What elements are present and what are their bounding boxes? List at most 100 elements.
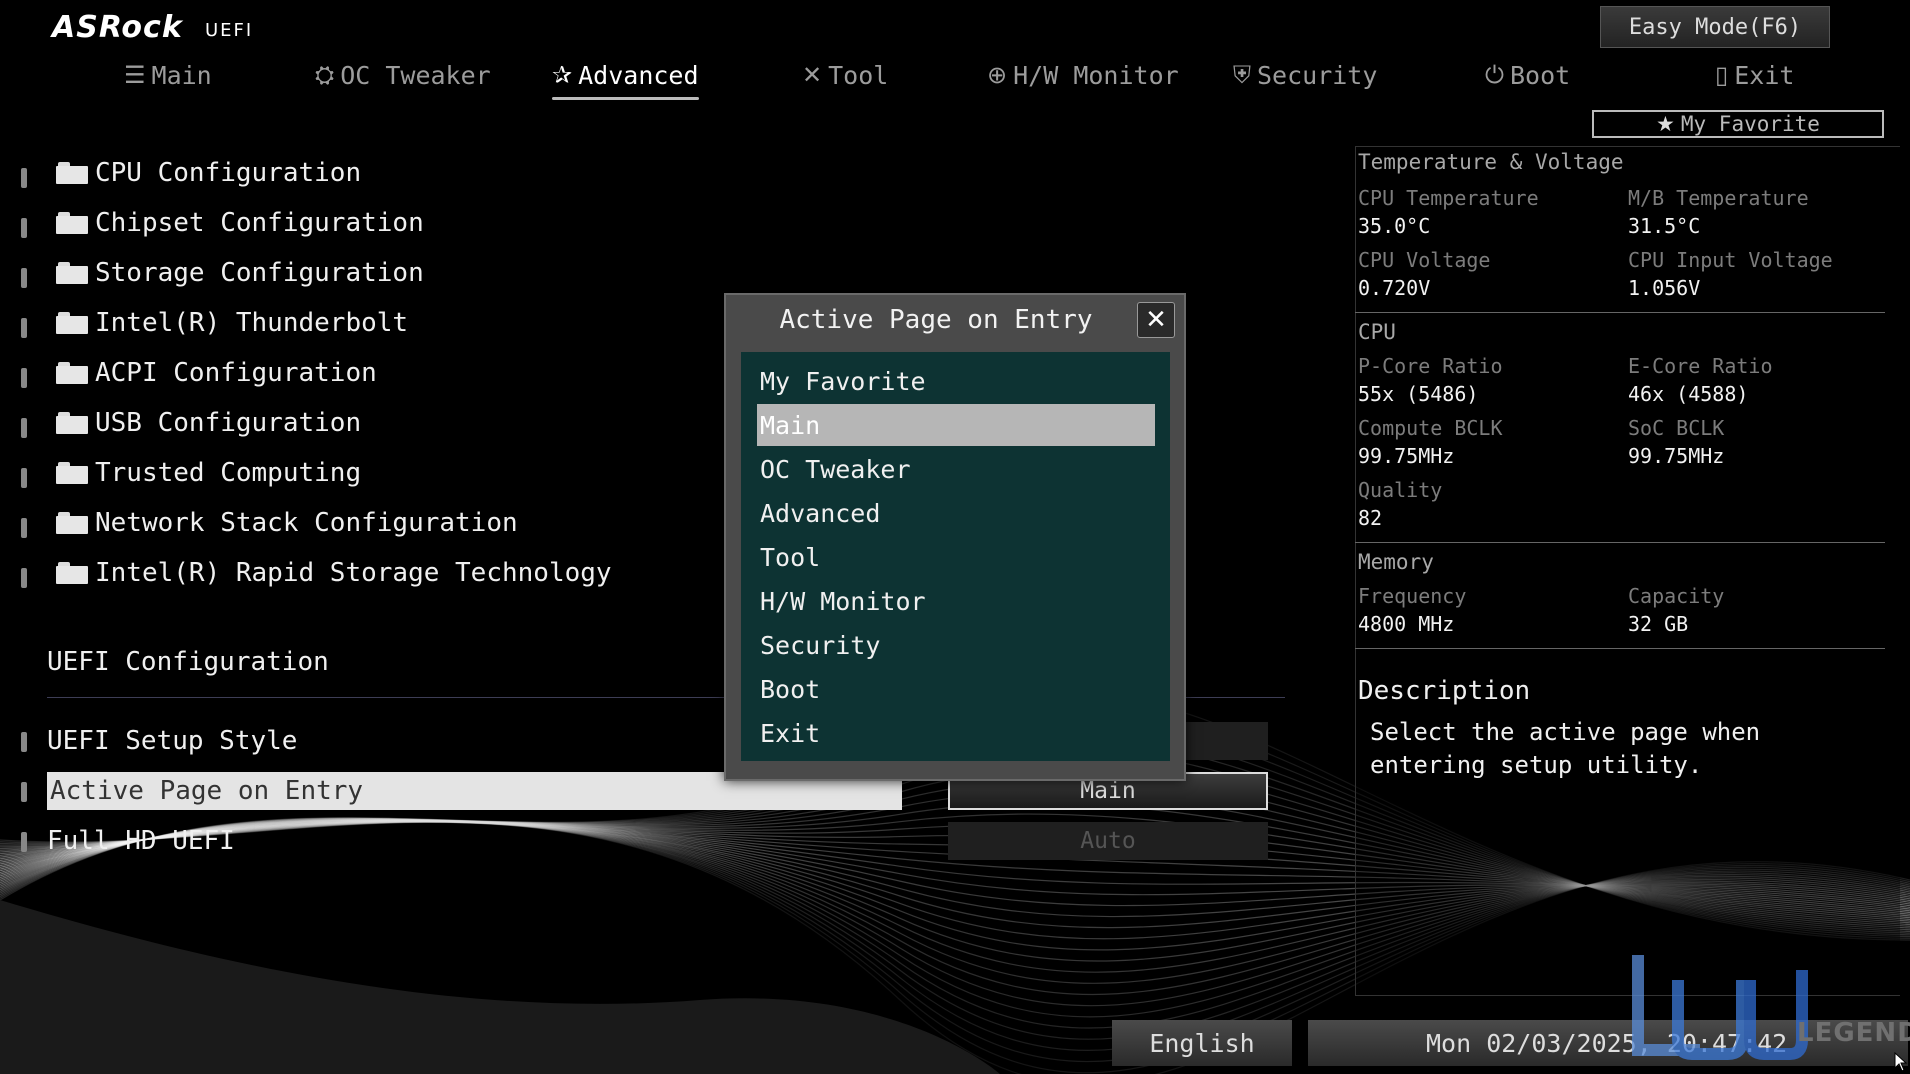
main-tabs: ☰ Main ⛭ OC Tweaker ✰ Advanced ✕ Tool ⊕ …	[0, 52, 1910, 100]
menu-item-storage-configuration[interactable]: Storage Configuration	[0, 252, 700, 296]
menu-item-label: Trusted Computing	[95, 458, 362, 488]
temp-voltage-heading: Temperature & Voltage	[1358, 150, 1624, 174]
menu-item-acpi-configuration[interactable]: ACPI Configuration	[0, 352, 700, 396]
quality-value: 82	[1358, 506, 1383, 530]
tab-tool[interactable]: ✕ Tool	[802, 52, 888, 98]
grip-icon	[21, 732, 27, 752]
option-exit[interactable]: Exit	[757, 712, 1155, 754]
panel-divider	[1355, 648, 1885, 649]
menu-item-usb-configuration[interactable]: USB Configuration	[0, 402, 700, 446]
capacity-value: 32 GB	[1628, 612, 1689, 636]
menu-item-label: USB Configuration	[95, 408, 362, 438]
description-heading: Description	[1358, 676, 1531, 706]
pcore-ratio-label: P-Core Ratio	[1358, 354, 1503, 378]
star-icon: ✰	[552, 61, 573, 89]
cpu-voltage-label: CPU Voltage	[1358, 248, 1491, 272]
compute-bclk-value: 99.75MHz	[1358, 444, 1455, 468]
language-button[interactable]: English	[1112, 1020, 1292, 1066]
grip-icon	[21, 418, 27, 438]
option-my-favorite[interactable]: My Favorite	[757, 360, 1155, 402]
rocket-icon: ⛭	[315, 61, 335, 89]
grip-icon	[21, 218, 27, 238]
tab-label: Tool	[828, 60, 889, 90]
menu-item-label: Chipset Configuration	[95, 208, 424, 238]
setting-label: Active Page on Entry	[50, 776, 364, 806]
option-main[interactable]: Main	[757, 404, 1155, 446]
mb-temp-value: 31.5°C	[1628, 214, 1701, 238]
tab-label: Boot	[1509, 60, 1571, 90]
tab-label: OC Tweaker	[340, 60, 491, 90]
folder-icon	[56, 262, 88, 284]
tab-label: Exit	[1734, 60, 1795, 90]
grip-icon	[21, 782, 27, 802]
description-text: Select the active page when entering set…	[1370, 718, 1761, 779]
setting-label: UEFI Setup Style	[47, 726, 298, 756]
menu-item-chipset-configuration[interactable]: Chipset Configuration	[0, 202, 700, 246]
mouse-cursor-icon	[1894, 1052, 1908, 1072]
star-icon: ★	[1656, 112, 1675, 136]
menu-item-label: Network Stack Configuration	[95, 508, 518, 538]
dialog-title: Active Page on Entry	[779, 305, 1093, 335]
soc-bclk-value: 99.75MHz	[1628, 444, 1725, 468]
my-favorite-button[interactable]: ★ My Favorite	[1592, 110, 1884, 138]
compute-bclk-label: Compute BCLK	[1358, 416, 1503, 440]
shield-icon: ⛨	[1233, 61, 1251, 89]
pcore-ratio-value: 55x (5486)	[1358, 382, 1479, 406]
option-advanced[interactable]: Advanced	[757, 492, 1155, 534]
quality-label: Quality	[1358, 478, 1443, 502]
tools-icon: ✕	[802, 61, 823, 89]
grip-icon	[21, 832, 27, 852]
menu-item-thunderbolt[interactable]: Intel(R) Thunderbolt	[0, 302, 700, 346]
ecore-ratio-label: E-Core Ratio	[1628, 354, 1773, 378]
setting-label: Full HD UEFI	[47, 826, 235, 856]
panel-divider	[1355, 312, 1885, 313]
ecore-ratio-value: 46x (4588)	[1628, 382, 1749, 406]
folder-icon	[56, 362, 88, 384]
grip-icon	[21, 368, 27, 388]
grip-icon	[21, 318, 27, 338]
folder-icon	[56, 162, 88, 184]
option-hw-monitor[interactable]: H/W Monitor	[757, 580, 1155, 622]
frequency-label: Frequency	[1358, 584, 1467, 608]
option-tool[interactable]: Tool	[757, 536, 1155, 578]
frequency-value: 4800 MHz	[1358, 612, 1455, 636]
menu-item-cpu-configuration[interactable]: CPU Configuration	[0, 152, 700, 196]
cpu-temp-label: CPU Temperature	[1358, 186, 1539, 210]
menu-item-label: ACPI Configuration	[95, 358, 377, 388]
panel-divider	[1355, 542, 1885, 543]
active-page-dialog: Active Page on Entry ✕ My Favorite Main …	[724, 293, 1186, 781]
folder-icon	[56, 212, 88, 234]
menu-item-trusted-computing[interactable]: Trusted Computing	[0, 452, 700, 496]
menu-item-label: Intel(R) Rapid Storage Technology	[95, 558, 612, 588]
close-icon[interactable]: ✕	[1137, 302, 1175, 338]
tab-hw-monitor[interactable]: ⊕ H/W Monitor	[987, 52, 1179, 98]
memory-heading: Memory	[1358, 550, 1434, 574]
tab-label: Advanced	[578, 60, 699, 90]
tab-advanced[interactable]: ✰ Advanced	[552, 52, 699, 100]
setting-full-hd-uefi[interactable]: Full HD UEFI Auto	[0, 822, 1270, 862]
option-boot[interactable]: Boot	[757, 668, 1155, 710]
folder-icon	[56, 462, 88, 484]
my-favorite-label: My Favorite	[1680, 112, 1820, 136]
tab-exit[interactable]: ▯ Exit	[1715, 52, 1794, 98]
grip-icon	[21, 168, 27, 188]
cpu-voltage-value: 0.720V	[1358, 276, 1431, 300]
setting-value[interactable]: Auto	[948, 822, 1268, 860]
menu-item-rapid-storage[interactable]: Intel(R) Rapid Storage Technology	[0, 552, 700, 596]
option-oc-tweaker[interactable]: OC Tweaker	[757, 448, 1155, 490]
folder-icon	[56, 512, 88, 534]
tab-oc-tweaker[interactable]: ⛭ OC Tweaker	[315, 52, 491, 98]
option-security[interactable]: Security	[757, 624, 1155, 666]
tab-label: H/W Monitor	[1013, 60, 1179, 90]
tab-security[interactable]: ⛨ Security	[1233, 52, 1377, 98]
tab-boot[interactable]: ⏻ Boot	[1485, 52, 1570, 98]
folder-icon	[56, 562, 88, 584]
menu-item-label: CPU Configuration	[95, 158, 362, 188]
power-icon: ⏻	[1485, 61, 1504, 89]
list-icon: ☰	[124, 61, 146, 89]
capacity-label: Capacity	[1628, 584, 1725, 608]
tab-main[interactable]: ☰ Main	[124, 52, 212, 98]
easy-mode-button[interactable]: Easy Mode(F6)	[1600, 6, 1830, 48]
menu-item-network-stack[interactable]: Network Stack Configuration	[0, 502, 700, 546]
asrock-logo: ASRock	[52, 10, 183, 45]
